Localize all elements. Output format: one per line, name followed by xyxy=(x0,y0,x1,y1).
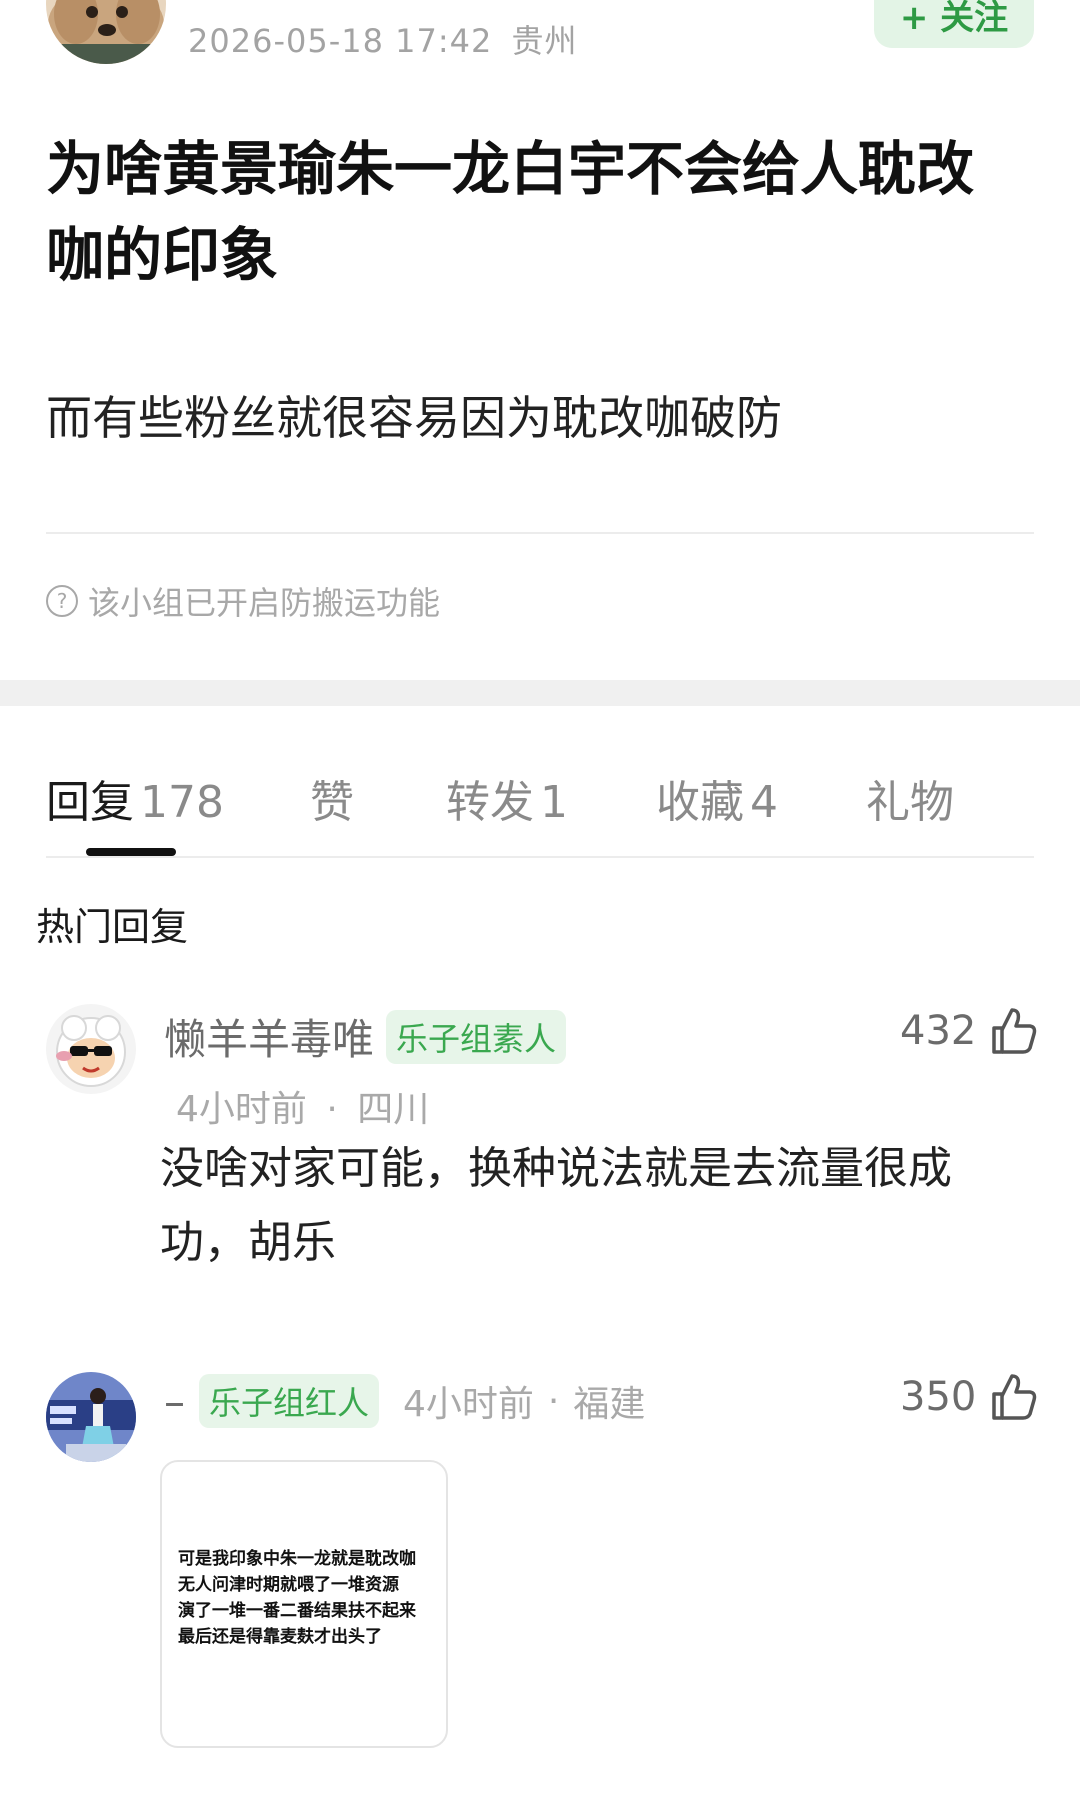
image-text-line: 最后还是得靠麦麸才出头了 xyxy=(178,1627,382,1647)
comment-image[interactable]: 可是我印象中朱一龙就是耽改咖 无人问津时期就喂了一堆资源 演了一堆一番二番结果扶… xyxy=(160,1460,448,1748)
commenter-name[interactable]: – xyxy=(164,1377,185,1426)
comment-location: 四川 xyxy=(357,1089,430,1130)
comment-meta: 4小时前 · 四川 xyxy=(176,1080,429,1132)
like-control[interactable]: 432 xyxy=(900,1006,1038,1056)
tabs-divider xyxy=(46,856,1034,858)
section-separator xyxy=(0,680,1080,706)
comment-image-text: 可是我印象中朱一龙就是耽改咖 无人问津时期就喂了一堆资源 演了一堆一番二番结果扶… xyxy=(178,1546,438,1650)
tab-reposts[interactable]: 转发 1 xyxy=(446,766,568,830)
image-text-line: 无人问津时期就喂了一堆资源 xyxy=(178,1575,399,1595)
image-text-line: 演了一堆一番二番结果扶不起来 xyxy=(178,1601,416,1621)
like-control[interactable]: 350 xyxy=(900,1372,1038,1422)
tab-likes[interactable]: 赞 xyxy=(310,766,354,830)
active-tab-indicator xyxy=(86,848,176,856)
tab-replies[interactable]: 回复 178 xyxy=(46,766,224,830)
commenter-badge: 乐子组素人 xyxy=(386,1009,567,1064)
comment-avatar[interactable] xyxy=(46,1004,136,1094)
question-circle-icon: ? xyxy=(46,585,78,617)
like-count: 432 xyxy=(900,1008,977,1054)
comment-avatar[interactable] xyxy=(46,1372,136,1462)
comment-time: 4小时前 xyxy=(176,1089,307,1130)
meta-separator: · xyxy=(547,1380,560,1422)
commenter-name[interactable]: 懒羊羊毒唯 xyxy=(164,1006,374,1067)
comment-text: 没啥对家可能，换种说法就是去流量很成功，胡乐 xyxy=(160,1143,952,1268)
meta-separator: · xyxy=(326,1089,338,1130)
hot-replies-title: 热门回复 xyxy=(36,905,189,949)
post-location: 贵州 xyxy=(511,22,578,60)
anti-repost-notice: ? 该小组已开启防搬运功能 xyxy=(46,578,440,624)
commenter-badge: 乐子组红人 xyxy=(199,1374,380,1428)
thumbs-up-icon xyxy=(992,1374,1037,1420)
comment-header: 懒羊羊毒唯 乐子组素人 xyxy=(164,1006,567,1067)
comment-header: – 乐子组红人 4小时前 · 福建 xyxy=(164,1374,645,1428)
post-divider xyxy=(46,532,1034,534)
author-avatar[interactable] xyxy=(46,0,166,64)
follow-label: + 关注 xyxy=(899,0,1009,38)
follow-button[interactable]: + 关注 xyxy=(874,0,1034,48)
post-date: 2026-05-18 17:42 xyxy=(188,22,493,60)
post-body: 而有些粉丝就很容易因为耽改咖破防 xyxy=(46,391,782,445)
tab-favorites[interactable]: 收藏 4 xyxy=(656,766,778,830)
image-text-line: 可是我印象中朱一龙就是耽改咖 xyxy=(178,1549,416,1569)
post-meta: 2026-05-18 17:42 贵州 xyxy=(188,16,578,62)
thumbs-up-icon xyxy=(992,1008,1037,1054)
like-count: 350 xyxy=(900,1374,977,1420)
tab-gifts[interactable]: 礼物 xyxy=(866,766,954,830)
notice-text: 该小组已开启防搬运功能 xyxy=(88,584,441,622)
comment-location: 福建 xyxy=(573,1384,646,1425)
comment-time: 4小时前 xyxy=(403,1384,534,1425)
post-title: 为啥黄景瑜朱一龙白宇不会给人耽改咖的印象 xyxy=(46,135,975,289)
